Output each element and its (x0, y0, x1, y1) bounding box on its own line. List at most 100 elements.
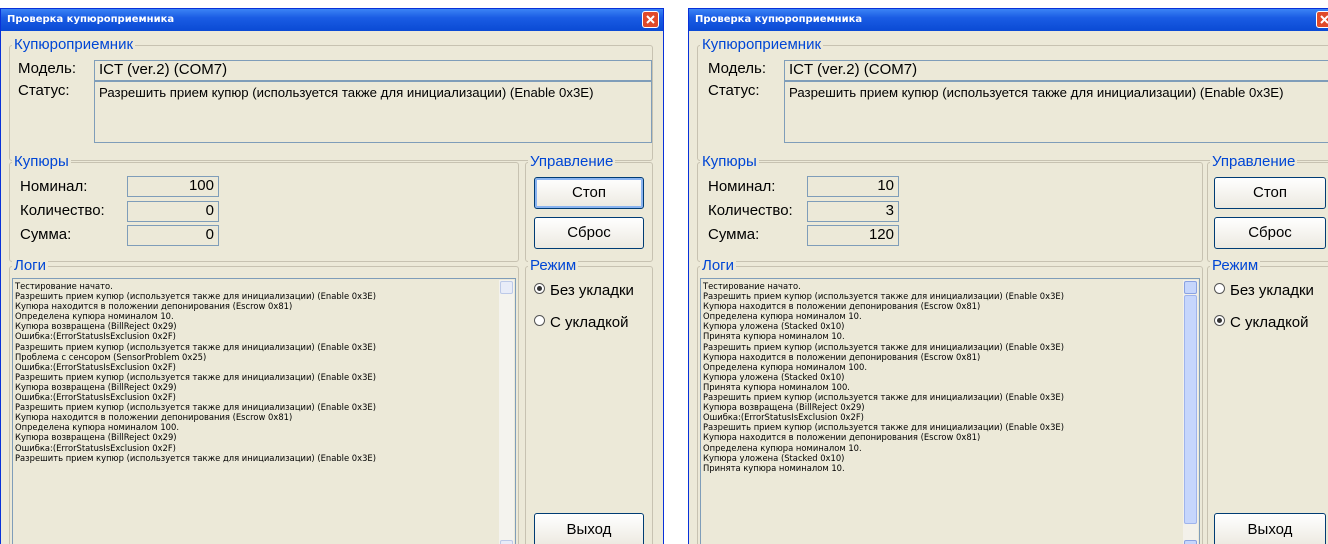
sum-field: 120 (807, 225, 899, 246)
close-button[interactable] (642, 11, 659, 28)
model-field: ICT (ver.2) (COM7) (94, 60, 652, 81)
log-list[interactable]: Тестирование начато. Разрешить прием купю… (12, 278, 516, 544)
sum-label: Сумма: (20, 226, 72, 243)
radio-icon (534, 315, 545, 326)
log-line: Купюра возвращена (BillReject 0x29) (15, 432, 177, 443)
log-line: Определена купюра номиналом 10. (703, 442, 862, 453)
mode-option-label: С укладкой (550, 314, 629, 331)
count-label: Количество: (20, 202, 105, 219)
log-scrollbar[interactable] (1183, 280, 1198, 544)
mode-option-stacking[interactable]: С укладкой (534, 314, 629, 332)
log-line: Определена купюра номиналом 10. (703, 311, 862, 322)
bill-acceptor-test-window-right: Проверка купюроприемника Купюроприемник … (688, 8, 1328, 544)
log-line: Принята купюра номиналом 10. (703, 462, 845, 473)
scroll-up-button[interactable] (1184, 281, 1197, 294)
log-line: Разрешить прием купюр (используется такж… (703, 291, 1064, 302)
log-lines: Тестирование начато. Разрешить прием купю… (15, 281, 376, 463)
acceptor-group-label: Купюроприемник (12, 36, 136, 53)
log-line: Купюра уложена (Stacked 0x10) (703, 371, 845, 382)
log-line: Разрешить прием купюр (используется такж… (703, 422, 1064, 433)
log-line: Разрешить прием купюр (используется такж… (15, 452, 376, 463)
window-title: Проверка купюроприемника (7, 14, 175, 25)
log-line: Определена купюра номиналом 100. (15, 422, 179, 433)
close-icon (646, 15, 655, 24)
title-bar[interactable]: Проверка купюроприемника (689, 9, 1328, 31)
window-title: Проверка купюроприемника (695, 14, 863, 25)
log-line: Купюра уложена (Stacked 0x10) (703, 452, 845, 463)
log-line: Разрешить прием купюр (используется такж… (15, 371, 376, 382)
nominal-label: Номинал: (20, 178, 88, 195)
status-field: Разрешить прием купюр (используется такж… (94, 81, 652, 143)
mode-group-label: Режим (1210, 257, 1261, 274)
title-bar[interactable]: Проверка купюроприемника (1, 9, 663, 31)
log-line: Купюра находится в положении депонирован… (15, 412, 293, 423)
scroll-down-button[interactable] (500, 540, 513, 544)
scroll-up-button[interactable] (500, 281, 513, 294)
log-line: Купюра находится в положении депонирован… (703, 301, 981, 312)
nominal-field: 10 (807, 176, 899, 197)
status-field: Разрешить прием купюр (используется такж… (784, 81, 1328, 143)
acceptor-group: Купюроприемник Модель: ICT (ver.2) (COM7… (9, 36, 653, 161)
exit-button[interactable]: Выход (1214, 513, 1326, 544)
reset-button[interactable]: Сброс (534, 217, 644, 249)
log-scrollbar[interactable] (499, 280, 514, 544)
mode-group-label: Режим (528, 257, 579, 274)
mode-option-label: Без укладки (550, 282, 634, 299)
bills-group: Купюры Номинал: 100 Количество: 0 Сумма:… (9, 153, 519, 262)
log-line: Определена купюра номиналом 100. (703, 361, 867, 372)
log-line: Купюра возвращена (BillReject 0x29) (15, 321, 177, 332)
log-line: Купюра возвращена (BillReject 0x29) (703, 402, 865, 413)
mode-group: Режим Без укладки С укладкой Выход (525, 257, 653, 544)
scroll-thumb[interactable] (1184, 295, 1197, 524)
log-line: Разрешить прием купюр (используется такж… (15, 402, 376, 413)
count-field: 3 (807, 201, 899, 222)
log-line: Ошибка:(ErrorStatusIsExclusion 0x2F) (15, 331, 176, 342)
log-line: Купюра уложена (Stacked 0x10) (703, 321, 845, 332)
stop-button[interactable]: Стоп (1214, 177, 1326, 209)
bills-group-label: Купюры (12, 153, 71, 170)
control-group: Управление Стоп Сброс (525, 153, 653, 262)
log-line: Принята купюра номиналом 10. (703, 331, 845, 342)
exit-button[interactable]: Выход (534, 513, 644, 544)
log-line: Ошибка:(ErrorStatusIsExclusion 0x2F) (15, 361, 176, 372)
mode-option-label: Без укладки (1230, 282, 1314, 299)
log-line: Принята купюра номиналом 100. (703, 381, 850, 392)
bill-acceptor-test-window-left: Проверка купюроприемника Купюроприемник … (0, 8, 664, 544)
count-field: 0 (127, 201, 219, 222)
mode-option-no-stacking[interactable]: Без укладки (1214, 282, 1314, 300)
control-group-label: Управление (1210, 153, 1298, 170)
log-line: Разрешить прием купюр (используется такж… (15, 291, 376, 302)
logs-group: Логи Тестирование начато. Разрешить прием… (697, 257, 1203, 544)
logs-group-label: Логи (700, 257, 737, 274)
stop-button[interactable]: Стоп (534, 177, 644, 209)
log-line: Купюра возвращена (BillReject 0x29) (15, 381, 177, 392)
mode-option-stacking[interactable]: С укладкой (1214, 314, 1309, 332)
control-group: Управление Стоп Сброс (1207, 153, 1328, 262)
log-line: Определена купюра номиналом 10. (15, 311, 174, 322)
log-line: Ошибка:(ErrorStatusIsExclusion 0x2F) (15, 442, 176, 453)
scroll-down-button[interactable] (1184, 540, 1197, 544)
bills-group: Купюры Номинал: 10 Количество: 3 Сумма: … (697, 153, 1203, 262)
status-label: Статус: (708, 82, 760, 99)
radio-icon (534, 283, 545, 294)
mode-option-label: С укладкой (1230, 314, 1309, 331)
model-label: Модель: (708, 60, 767, 77)
nominal-label: Номинал: (708, 178, 776, 195)
log-line: Разрешить прием купюр (используется такж… (703, 341, 1064, 352)
log-line: Купюра находится в положении депонирован… (703, 351, 981, 362)
acceptor-group: Купюроприемник Модель: ICT (ver.2) (COM7… (697, 36, 1328, 161)
sum-label: Сумма: (708, 226, 760, 243)
log-line: Проблема с сенсором (SensorProblem 0x25) (15, 351, 207, 362)
close-button[interactable] (1316, 11, 1328, 28)
log-line: Разрешить прием купюр (используется такж… (703, 392, 1064, 403)
nominal-field: 100 (127, 176, 219, 197)
log-list[interactable]: Тестирование начато. Разрешить прием купю… (700, 278, 1200, 544)
reset-button[interactable]: Сброс (1214, 217, 1326, 249)
mode-option-no-stacking[interactable]: Без укладки (534, 282, 634, 300)
acceptor-group-label: Купюроприемник (700, 36, 824, 53)
status-label: Статус: (18, 82, 70, 99)
mode-group: Режим Без укладки С укладкой Выход (1207, 257, 1328, 544)
radio-icon (1214, 315, 1225, 326)
model-label: Модель: (18, 60, 77, 77)
log-line: Тестирование начато. (15, 281, 113, 291)
